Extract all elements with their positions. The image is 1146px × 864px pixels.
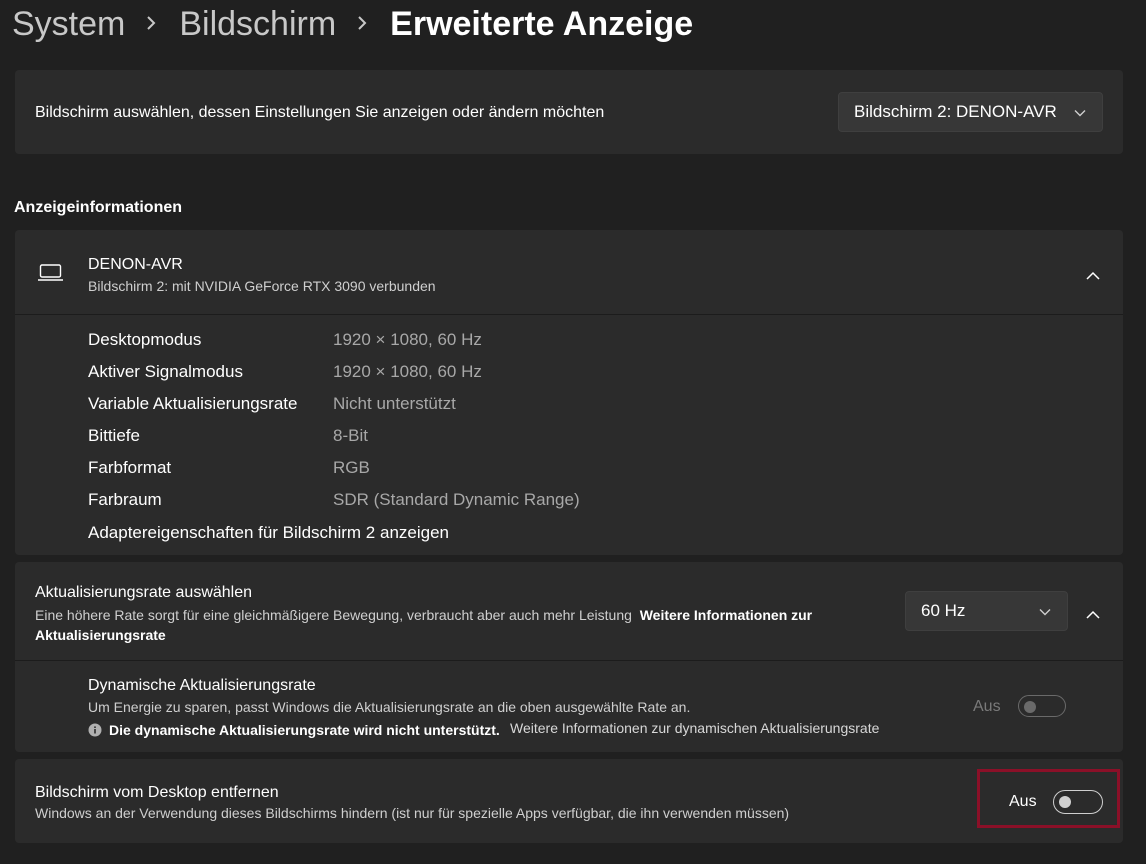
- refresh-rate-card: Aktualisierungsrate auswählen Eine höher…: [15, 562, 1123, 660]
- refresh-rate-dropdown[interactable]: 60 Hz: [905, 591, 1068, 631]
- info-label-variable-refresh: Variable Aktualisierungsrate: [88, 394, 298, 413]
- display-info-header[interactable]: DENON-AVR Bildschirm 2: mit NVIDIA GeFor…: [15, 230, 1123, 314]
- refresh-rate-value: 60 Hz: [921, 601, 966, 620]
- info-value-bit-depth: 8-Bit: [333, 426, 368, 445]
- info-value-variable-refresh: Nicht unterstützt: [333, 394, 456, 413]
- display-select-card: Bildschirm auswählen, dessen Einstellung…: [15, 70, 1123, 154]
- info-label-signal-mode: Aktiver Signalmodus: [88, 362, 243, 381]
- refresh-rate-description-text: Eine höhere Rate sorgt für eine gleichmä…: [35, 607, 632, 623]
- dynamic-refresh-info-link[interactable]: Weitere Informationen zur dynamischen Ak…: [510, 720, 879, 736]
- breadcrumb-bildschirm[interactable]: Bildschirm: [179, 5, 336, 44]
- refresh-rate-link-line1: Weitere Informationen zur: [639, 607, 813, 623]
- dynamic-refresh-card: Dynamische Aktualisierungsrate Um Energi…: [15, 661, 1123, 752]
- info-label-color-space: Farbraum: [88, 490, 162, 509]
- breadcrumb-system[interactable]: System: [12, 5, 125, 44]
- chevron-right-icon: [356, 11, 368, 37]
- dynamic-refresh-toggle[interactable]: [1018, 695, 1066, 717]
- laptop-icon: [37, 264, 64, 287]
- display-select-label: Bildschirm auswählen, dessen Einstellung…: [35, 104, 605, 121]
- breadcrumb: System Bildschirm Erweiterte Anzeige: [12, 2, 693, 46]
- chevron-up-icon[interactable]: [1086, 606, 1100, 624]
- info-value-desktop-mode: 1920 × 1080, 60 Hz: [333, 330, 482, 349]
- dynamic-refresh-toggle-label: Aus: [973, 698, 1001, 715]
- page-title: Erweiterte Anzeige: [390, 4, 694, 43]
- remove-display-description: Windows an der Verwendung dieses Bildsch…: [35, 805, 790, 821]
- dynamic-refresh-description: Um Energie zu sparen, passt Windows die …: [88, 699, 691, 715]
- refresh-rate-link-line2: Aktualisierungsrate: [35, 627, 166, 643]
- info-icon: [88, 723, 102, 742]
- info-value-signal-mode: 1920 × 1080, 60 Hz: [333, 362, 482, 381]
- dynamic-refresh-note: Die dynamische Aktualisierungsrate wird …: [109, 722, 500, 738]
- remove-display-title: Bildschirm vom Desktop entfernen: [35, 784, 279, 801]
- chevron-down-icon: [1039, 601, 1051, 621]
- display-select-value: Bildschirm 2: DENON-AVR: [854, 102, 1057, 121]
- display-select-dropdown[interactable]: Bildschirm 2: DENON-AVR: [838, 92, 1103, 132]
- chevron-up-icon[interactable]: [1086, 267, 1100, 285]
- chevron-down-icon: [1074, 102, 1086, 122]
- info-label-desktop-mode: Desktopmodus: [88, 330, 202, 349]
- info-label-color-format: Farbformat: [88, 458, 172, 477]
- display-name: DENON-AVR: [88, 256, 183, 273]
- toggle-knob: [1024, 701, 1036, 713]
- chevron-right-icon: [145, 11, 157, 37]
- info-value-color-format: RGB: [333, 458, 370, 477]
- refresh-rate-description: Eine höhere Rate sorgt für eine gleichmä…: [35, 605, 895, 645]
- display-info-details: [15, 315, 1123, 555]
- highlight-box: [977, 769, 1120, 828]
- section-title-display-info: Anzeigeinformationen: [14, 199, 183, 216]
- adapter-properties-link[interactable]: Adaptereigenschaften für Bildschirm 2 an…: [88, 523, 449, 543]
- info-value-color-space: SDR (Standard Dynamic Range): [333, 490, 580, 509]
- display-subtitle: Bildschirm 2: mit NVIDIA GeForce RTX 309…: [88, 278, 436, 294]
- remove-display-card: Bildschirm vom Desktop entfernen Windows…: [15, 759, 1123, 843]
- dynamic-refresh-title: Dynamische Aktualisierungsrate: [88, 677, 316, 694]
- info-label-bit-depth: Bittiefe: [88, 426, 140, 445]
- refresh-rate-title: Aktualisierungsrate auswählen: [35, 584, 253, 601]
